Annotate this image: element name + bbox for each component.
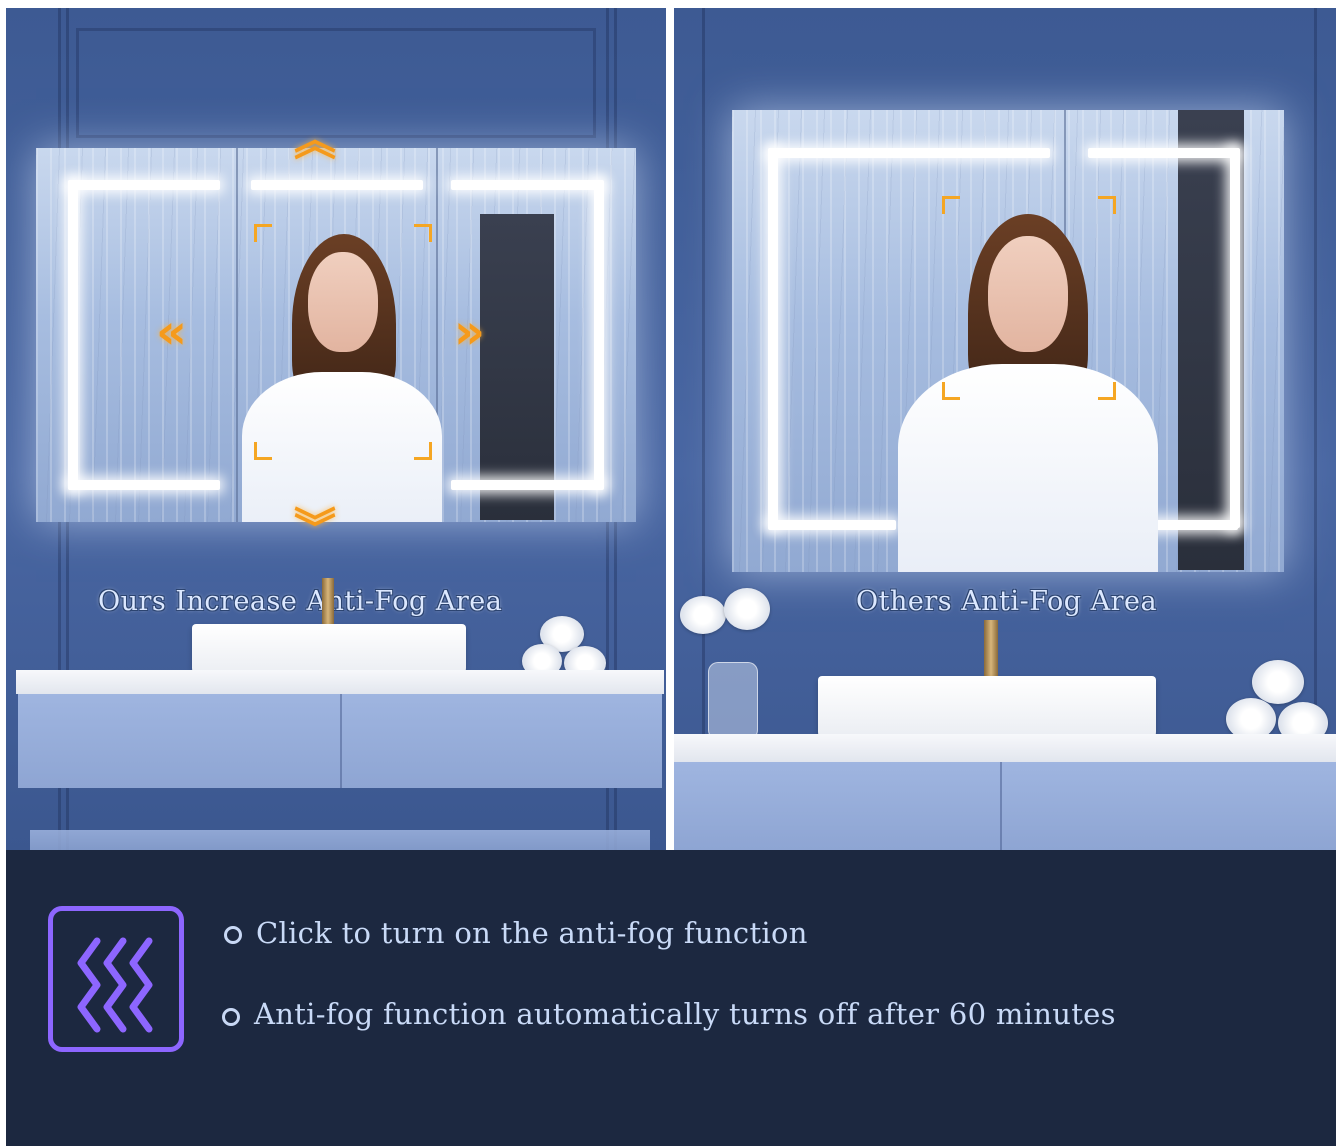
fog-zone-corner xyxy=(942,382,960,400)
led-strip xyxy=(594,180,604,490)
led-strip xyxy=(768,520,896,530)
woman-reflection xyxy=(892,214,1162,572)
vanity-countertop xyxy=(16,670,664,694)
ours-mirror-cabinet xyxy=(36,148,636,522)
vanity-cabinet xyxy=(674,762,1336,850)
rolled-towel xyxy=(1252,660,1304,704)
faucet xyxy=(984,620,998,678)
led-strip xyxy=(1230,148,1240,528)
ours-comparison-photo: ︽ ︾ « » Ours Increase Anti-Fog Area xyxy=(6,8,666,850)
others-mirror-cabinet xyxy=(732,110,1284,572)
fog-zone-corner xyxy=(1098,196,1116,214)
feature-item: Anti-fog function automatically turns of… xyxy=(254,997,1116,1031)
led-strip xyxy=(1088,148,1238,158)
led-strip xyxy=(451,180,603,190)
fog-zone-corner xyxy=(942,196,960,214)
led-strip xyxy=(768,148,1050,158)
feature-item: Click to turn on the anti-fog function xyxy=(256,916,808,950)
fog-zone-corner xyxy=(1098,382,1116,400)
ours-anti-fog-caption: Ours Increase Anti-Fog Area xyxy=(98,586,503,617)
led-strip xyxy=(251,180,423,190)
fog-zone-corner xyxy=(254,442,272,460)
led-strip xyxy=(68,180,78,490)
decor-flower xyxy=(724,588,770,630)
led-strip xyxy=(768,148,778,528)
led-strip xyxy=(68,480,220,490)
expand-up-arrow-icon: ︽ xyxy=(294,116,337,165)
expand-down-arrow-icon: ︾ xyxy=(294,504,337,553)
bullet-icon xyxy=(224,926,242,944)
others-comparison-photo: Others Anti-Fog Area xyxy=(674,8,1336,850)
faucet xyxy=(322,578,334,626)
others-anti-fog-caption: Others Anti-Fog Area xyxy=(856,586,1158,617)
woman-reflection xyxy=(236,234,446,522)
expand-left-arrow-icon: « xyxy=(156,304,188,360)
expand-right-arrow-icon: » xyxy=(454,304,486,360)
vanity-cabinet xyxy=(18,694,662,788)
glass-vase xyxy=(708,662,758,740)
led-strip xyxy=(451,480,603,490)
wall-molding xyxy=(702,8,705,850)
anti-fog-heat-waves-icon xyxy=(48,906,184,1052)
fog-zone-corner xyxy=(414,442,432,460)
fog-zone-corner xyxy=(254,224,272,242)
bullet-icon xyxy=(222,1008,240,1026)
vanity-countertop xyxy=(674,734,1336,762)
decor-flower xyxy=(680,596,726,634)
vanity-reflection xyxy=(30,830,650,850)
cabinet-shelf xyxy=(480,214,554,520)
led-strip xyxy=(68,180,220,190)
fog-zone-corner xyxy=(414,224,432,242)
